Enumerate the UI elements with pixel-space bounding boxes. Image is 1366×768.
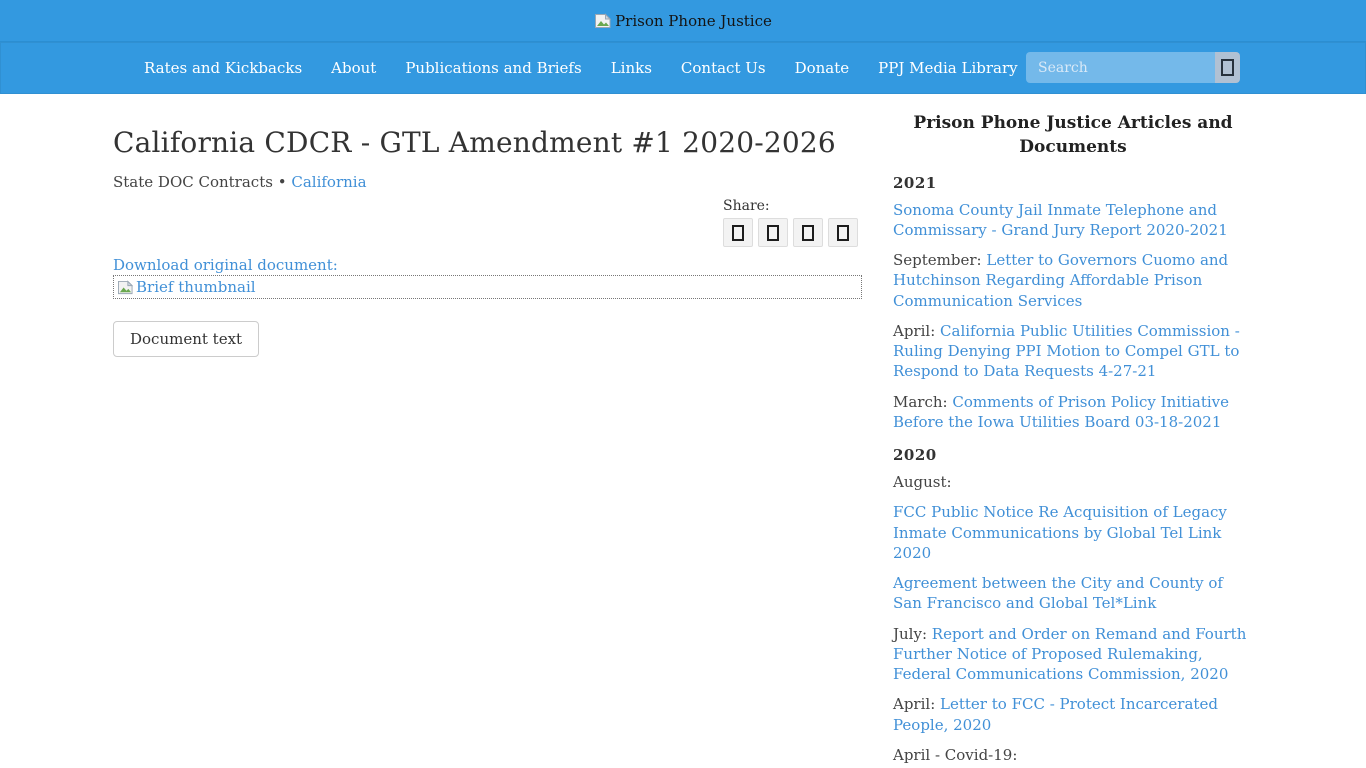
document-thumbnail-box: Brief thumbnail <box>113 275 862 299</box>
document-thumbnail-link[interactable]: Brief thumbnail <box>117 278 858 296</box>
share-icon-placeholder <box>767 225 779 241</box>
article-item: April - Covid-19: <box>893 745 1253 765</box>
article-item: September: Letter to Governors Cuomo and… <box>893 250 1253 311</box>
article-link[interactable]: Letter to FCC - Protect Incarcerated Peo… <box>893 695 1218 733</box>
share-label: Share: <box>723 198 858 214</box>
breadcrumb-location-link[interactable]: California <box>291 173 366 191</box>
search-box <box>1026 52 1240 83</box>
nav-links: Rates and Kickbacks About Publications a… <box>144 59 1018 77</box>
article-item: August: <box>893 472 1253 492</box>
thumbnail-alt-text: Brief thumbnail <box>136 278 256 296</box>
article-item: Agreement between the City and County of… <box>893 573 1253 614</box>
article-link[interactable]: Agreement between the City and County of… <box>893 574 1223 612</box>
article-link[interactable]: California Public Utilities Commission -… <box>893 322 1240 381</box>
share-block: Share: <box>113 198 862 247</box>
articles-sidebar: Prison Phone Justice Articles and Docume… <box>893 94 1253 768</box>
article-item: FCC Public Notice Re Acquisition of Lega… <box>893 502 1253 563</box>
article-item: Sonoma County Jail Inmate Telephone and … <box>893 200 1253 241</box>
nav-item-links[interactable]: Links <box>611 59 652 77</box>
article-item: July: Report and Order on Remand and Fou… <box>893 624 1253 685</box>
nav-item-contact-us[interactable]: Contact Us <box>681 59 766 77</box>
nav-item-donate[interactable]: Donate <box>795 59 850 77</box>
share-button-1[interactable] <box>723 218 753 247</box>
share-icon-placeholder <box>732 225 744 241</box>
document-main: California CDCR - GTL Amendment #1 2020-… <box>113 94 862 357</box>
page-title: California CDCR - GTL Amendment #1 2020-… <box>113 126 862 159</box>
share-buttons <box>723 218 858 247</box>
year-heading: 2020 <box>893 446 1253 464</box>
article-item: April: Letter to FCC - Protect Incarcera… <box>893 694 1253 735</box>
share-button-2[interactable] <box>758 218 788 247</box>
article-month-label: July: <box>893 625 932 643</box>
broken-image-icon <box>594 13 612 29</box>
document-text-button[interactable]: Document text <box>113 321 259 357</box>
breadcrumb: State DOC Contracts • California <box>113 173 862 191</box>
search-input[interactable] <box>1026 52 1215 83</box>
site-logo-text: Prison Phone Justice <box>615 12 772 30</box>
article-month-label: September: <box>893 251 986 269</box>
nav-item-about[interactable]: About <box>331 59 376 77</box>
article-link[interactable]: FCC Public Notice Re Acquisition of Lega… <box>893 503 1227 562</box>
year-heading: 2021 <box>893 174 1253 192</box>
article-month-label: March: <box>893 393 952 411</box>
breadcrumb-separator: • <box>278 173 287 191</box>
download-original-link[interactable]: Download original document: <box>113 256 338 274</box>
article-month-label: April - Covid-19: <box>893 746 1017 764</box>
nav-item-publications-and-briefs[interactable]: Publications and Briefs <box>405 59 581 77</box>
article-item: April: California Public Utilities Commi… <box>893 321 1253 382</box>
article-item: March: Comments of Prison Policy Initiat… <box>893 392 1253 433</box>
share-icon-placeholder <box>802 225 814 241</box>
search-icon-placeholder <box>1221 59 1234 76</box>
broken-image-icon <box>117 280 134 295</box>
site-logo[interactable]: Prison Phone Justice <box>594 12 772 30</box>
breadcrumb-category: State DOC Contracts <box>113 173 273 191</box>
search-button[interactable] <box>1215 52 1240 83</box>
share-icon-placeholder <box>837 225 849 241</box>
share-button-3[interactable] <box>793 218 823 247</box>
sidebar-title: Prison Phone Justice Articles and Docume… <box>893 112 1253 160</box>
header-top-band: Prison Phone Justice <box>0 0 1366 41</box>
article-month-label: April: <box>893 322 940 340</box>
main-nav: Rates and Kickbacks About Publications a… <box>0 41 1366 94</box>
article-link[interactable]: Sonoma County Jail Inmate Telephone and … <box>893 201 1228 239</box>
article-month-label: August: <box>893 473 952 491</box>
site-header: Prison Phone Justice Rates and Kickbacks… <box>0 0 1366 94</box>
nav-item-rates-and-kickbacks[interactable]: Rates and Kickbacks <box>144 59 302 77</box>
sidebar-articles: 2021 Sonoma County Jail Inmate Telephone … <box>893 174 1253 768</box>
article-month-label: April: <box>893 695 940 713</box>
article-link[interactable]: Report and Order on Remand and Fourth Fu… <box>893 625 1246 684</box>
nav-item-ppj-media-library[interactable]: PPJ Media Library <box>878 59 1017 77</box>
share-button-4[interactable] <box>828 218 858 247</box>
